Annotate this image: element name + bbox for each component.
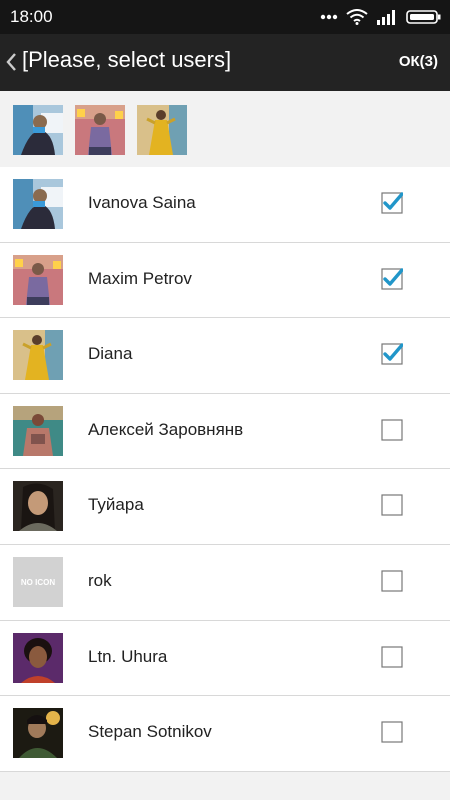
user-name: rok <box>88 570 112 590</box>
avatar <box>13 405 63 456</box>
user-name: Ltn. Uhura <box>88 646 168 666</box>
avatar <box>13 330 63 381</box>
avatar <box>13 254 63 305</box>
user-name: Алексей Заровнянв <box>88 419 244 439</box>
list-item[interactable]: NO ICON rok <box>0 545 450 621</box>
selected-avatar-maxim-petrov[interactable] <box>75 105 125 155</box>
signal-dots-icon <box>320 14 338 20</box>
checkbox[interactable] <box>381 494 403 516</box>
cell-signal-icon <box>377 10 395 25</box>
battery-icon <box>406 10 441 24</box>
checkbox-checked[interactable] <box>381 192 403 214</box>
ok-button[interactable]: ОК(3) <box>399 53 438 70</box>
checkbox-checked[interactable] <box>381 267 403 290</box>
selected-avatar-ivanova-saina[interactable] <box>13 105 63 155</box>
status-time: 18:00 <box>10 7 53 26</box>
avatar <box>13 632 63 683</box>
checkbox-checked[interactable] <box>381 343 403 365</box>
list-item[interactable]: Алексей Заровнянв <box>0 394 450 470</box>
user-name: Туйара <box>88 495 144 515</box>
status-bar: 18:00 <box>0 0 450 34</box>
avatar <box>13 708 63 759</box>
checkbox[interactable] <box>381 645 403 668</box>
list-item[interactable]: Ivanova Saina <box>0 167 450 243</box>
selected-users-strip <box>0 91 450 167</box>
avatar-placeholder: NO ICON <box>13 556 63 607</box>
list-item[interactable]: Туйара <box>0 469 450 545</box>
user-name: Maxim Petrov <box>88 268 192 288</box>
list-bottom-spacer <box>0 772 450 800</box>
checkbox[interactable] <box>381 721 403 743</box>
checkbox[interactable] <box>381 570 403 592</box>
list-item[interactable]: Diana <box>0 318 450 394</box>
list-item[interactable]: Ltn. Uhura <box>0 621 450 697</box>
wifi-icon <box>346 9 368 25</box>
app-bar: [Please, select users] ОК(3) <box>0 34 450 91</box>
list-item[interactable]: Stepan Sotnikov <box>0 696 450 772</box>
selected-avatar-diana[interactable] <box>137 105 187 155</box>
checkbox[interactable] <box>381 419 403 441</box>
user-name: Ivanova Saina <box>88 193 196 212</box>
user-list: Ivanova Saina Maxim Petrov Diana Алексей… <box>0 167 450 772</box>
page-title: [Please, select users] <box>22 47 232 72</box>
status-icons <box>320 8 442 26</box>
no-icon-label: NO ICON <box>21 578 55 587</box>
avatar <box>13 179 63 229</box>
back-arrow-icon[interactable] <box>4 50 18 74</box>
user-name: Diana <box>88 344 133 364</box>
list-item[interactable]: Maxim Petrov <box>0 243 450 319</box>
avatar <box>13 481 63 532</box>
user-name: Stepan Sotnikov <box>88 722 212 742</box>
